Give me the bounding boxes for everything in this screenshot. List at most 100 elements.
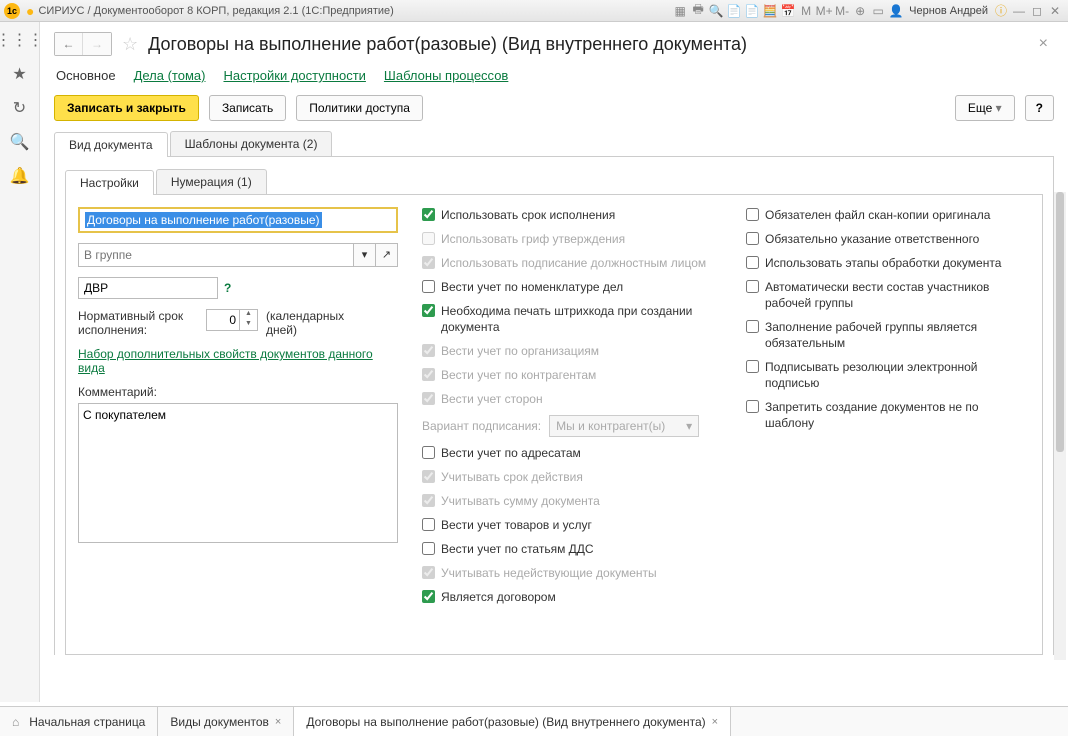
mplus-icon[interactable]: M+ bbox=[815, 4, 833, 18]
chk-responsible-required[interactable]: Обязательно указание ответственного bbox=[746, 231, 1026, 247]
group-dropdown-button[interactable]: ▾ bbox=[354, 243, 376, 267]
doc-icon[interactable]: 📄 bbox=[725, 4, 743, 18]
sign-variant-select: Мы и контрагент(ы)▾ bbox=[549, 415, 699, 437]
chk-goods[interactable]: Вести учет товаров и услуг bbox=[422, 517, 722, 533]
chk-by-counterparty: Вести учет по контрагентам bbox=[422, 367, 722, 383]
save-button[interactable]: Записать bbox=[209, 95, 286, 121]
chk-barcode[interactable]: Необходима печать штрихкода при создании… bbox=[422, 303, 722, 335]
menu-icon[interactable]: ⋮⋮⋮ bbox=[0, 30, 44, 50]
close-icon[interactable]: ✕ bbox=[1046, 4, 1064, 18]
chk-use-sign-official: Использовать подписание должностным лицо… bbox=[422, 255, 722, 271]
chk-is-contract[interactable]: Является договором bbox=[422, 589, 722, 605]
search2-icon[interactable]: 🔍 bbox=[10, 132, 30, 152]
fav-icon[interactable]: ● bbox=[26, 3, 34, 19]
print-icon[interactable]: 🖶 bbox=[689, 0, 707, 21]
page-close-button[interactable]: × bbox=[1033, 35, 1054, 53]
save-close-button[interactable]: Записать и закрыть bbox=[54, 95, 199, 121]
book-icon[interactable]: ▭ bbox=[869, 4, 887, 18]
bottom-tabs: Начальная страница Виды документов× Дого… bbox=[0, 706, 1068, 736]
tab-doc-types[interactable]: Виды документов× bbox=[158, 707, 294, 736]
chk-by-org: Вести учет по организациям bbox=[422, 343, 722, 359]
group-input[interactable] bbox=[78, 243, 354, 267]
chk-scan-required[interactable]: Обязателен файл скан-копии оригинала bbox=[746, 207, 1026, 223]
spin-up[interactable]: ▲ bbox=[240, 310, 257, 320]
star-icon[interactable]: ★ bbox=[12, 64, 26, 84]
chk-sign-resolutions[interactable]: Подписывать резолюции электронной подпис… bbox=[746, 359, 1026, 391]
titlebar: 1c ● СИРИУС / Документооборот 8 КОРП, ре… bbox=[0, 0, 1068, 22]
comment-label: Комментарий: bbox=[78, 385, 398, 399]
scrollbar-thumb[interactable] bbox=[1056, 192, 1064, 452]
chk-use-stages[interactable]: Использовать этапы обработки документа bbox=[746, 255, 1026, 271]
history-icon[interactable]: ↻ bbox=[13, 98, 26, 118]
comment-textarea[interactable]: С покупателем bbox=[78, 403, 398, 543]
mminus-icon[interactable]: M- bbox=[833, 4, 851, 18]
subnav-main[interactable]: Основное bbox=[56, 68, 116, 85]
info-icon[interactable]: ⓘ bbox=[992, 2, 1010, 19]
chk-nomenclature[interactable]: Вести учет по номенклатуре дел bbox=[422, 279, 722, 295]
group-open-button[interactable]: ↗ bbox=[376, 243, 398, 267]
extra-props-link[interactable]: Набор дополнительных свойств документов … bbox=[78, 347, 398, 375]
subnav-access[interactable]: Настройки доступности bbox=[223, 68, 365, 85]
subnav-templates[interactable]: Шаблоны процессов bbox=[384, 68, 508, 85]
cal-icon[interactable]: 📅 bbox=[779, 4, 797, 18]
spin-down[interactable]: ▼ bbox=[240, 320, 257, 330]
close-icon[interactable]: × bbox=[275, 716, 281, 728]
m-icon[interactable]: M bbox=[797, 4, 815, 18]
code-input[interactable] bbox=[78, 277, 218, 299]
chk-use-deadline[interactable]: Использовать срок исполнения bbox=[422, 207, 722, 223]
page-title: Договоры на выполнение работ(разовые) (В… bbox=[148, 34, 1033, 55]
sign-variant-label: Вариант подписания: bbox=[422, 419, 541, 433]
back-button[interactable]: ← bbox=[55, 33, 83, 55]
policies-button[interactable]: Политики доступа bbox=[296, 95, 423, 121]
zoom-icon[interactable]: ⊕ bbox=[851, 4, 869, 18]
toolbar-icon[interactable]: ▦ bbox=[671, 4, 689, 18]
name-field[interactable]: Договоры на выполнение работ(разовые) bbox=[78, 207, 398, 233]
close-icon[interactable]: × bbox=[712, 716, 718, 728]
help-button[interactable]: ? bbox=[1025, 95, 1054, 121]
left-sidebar: ⋮⋮⋮ ★ ↻ 🔍 🔔 bbox=[0, 22, 40, 702]
chk-dds[interactable]: Вести учет по статьям ДДС bbox=[422, 541, 722, 557]
chk-use-stamp: Использовать гриф утверждения bbox=[422, 231, 722, 247]
code-help-icon[interactable]: ? bbox=[224, 281, 231, 295]
chk-forbid-no-template[interactable]: Запретить создание документов не по шабл… bbox=[746, 399, 1026, 431]
tabs-level2: Настройки Нумерация (1) bbox=[65, 169, 1043, 195]
norm-value-input[interactable] bbox=[207, 310, 239, 330]
chk-by-addressee[interactable]: Вести учет по адресатам bbox=[422, 445, 722, 461]
chk-inactive-docs: Учитывать недействующие документы bbox=[422, 565, 722, 581]
app-title: СИРИУС / Документооборот 8 КОРП, редакци… bbox=[38, 5, 393, 17]
max-icon[interactable]: ◻ bbox=[1028, 4, 1046, 18]
calc-icon[interactable]: 🧮 bbox=[761, 4, 779, 18]
doc2-icon[interactable]: 📄 bbox=[743, 4, 761, 18]
chk-parties: Вести учет сторон bbox=[422, 391, 722, 407]
tab-current[interactable]: Договоры на выполнение работ(разовые) (В… bbox=[294, 707, 731, 736]
norm-units: (календарных дней) bbox=[266, 309, 356, 337]
command-bar: Записать и закрыть Записать Политики дос… bbox=[54, 95, 1054, 121]
min-icon[interactable]: — bbox=[1010, 4, 1028, 18]
sub-nav: Основное Дела (тома) Настройки доступнос… bbox=[54, 64, 1054, 95]
tab-settings[interactable]: Настройки bbox=[65, 170, 154, 195]
tab-doc-templates[interactable]: Шаблоны документа (2) bbox=[170, 131, 333, 156]
tab-home[interactable]: Начальная страница bbox=[0, 707, 158, 736]
chk-sum: Учитывать сумму документа bbox=[422, 493, 722, 509]
tab-doc-type[interactable]: Вид документа bbox=[54, 132, 168, 157]
page-fav-icon[interactable]: ☆ bbox=[122, 34, 138, 55]
tabs-level1: Вид документа Шаблоны документа (2) bbox=[54, 131, 1054, 157]
more-button[interactable]: Еще bbox=[955, 95, 1015, 121]
nav-buttons: ← → bbox=[54, 32, 112, 56]
sign-variant-row: Вариант подписания: Мы и контрагент(ы)▾ bbox=[422, 415, 722, 437]
subnav-cases[interactable]: Дела (тома) bbox=[134, 68, 206, 85]
forward-button[interactable]: → bbox=[83, 33, 111, 55]
chk-auto-workgroup[interactable]: Автоматически вести состав участников ра… bbox=[746, 279, 1026, 311]
search-icon[interactable]: 🔍 bbox=[707, 4, 725, 18]
vertical-scrollbar[interactable] bbox=[1054, 192, 1066, 660]
app-icon: 1c bbox=[4, 3, 20, 19]
settings-panel: Договоры на выполнение работ(разовые) ▾ … bbox=[65, 195, 1043, 655]
chk-workgroup-required[interactable]: Заполнение рабочей группы является обяза… bbox=[746, 319, 1026, 351]
bell-icon[interactable]: 🔔 bbox=[10, 166, 30, 186]
norm-spinner[interactable]: ▲▼ bbox=[206, 309, 258, 331]
group-field: ▾ ↗ bbox=[78, 243, 398, 267]
user-name[interactable]: Чернов Андрей bbox=[909, 5, 988, 17]
chk-validity: Учитывать срок действия bbox=[422, 469, 722, 485]
user-icon: 👤 bbox=[887, 4, 905, 18]
tab-numbering[interactable]: Нумерация (1) bbox=[156, 169, 267, 194]
